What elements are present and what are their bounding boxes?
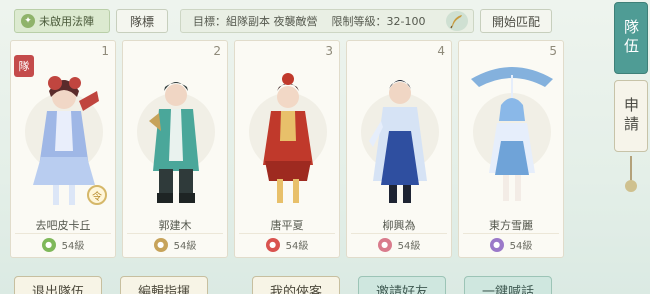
school-badge-icon: ●: [153, 237, 168, 252]
target-label: 目標：組隊副本 夜襲敵營: [193, 15, 318, 28]
team-mark-button[interactable]: 隊標: [116, 9, 168, 33]
member-card-1[interactable]: 1 隊 令 去吧皮卡丘 ● 54級: [10, 40, 116, 258]
member-level: ● 54級: [459, 237, 563, 252]
school-badge-icon: ●: [265, 237, 280, 252]
character-portrait: [465, 61, 559, 211]
my-guests-button[interactable]: 我的俠客: [252, 276, 340, 294]
formation-icon: ✦: [21, 14, 35, 28]
start-match-button[interactable]: 開始匹配: [480, 9, 552, 33]
member-level-text: 54級: [397, 241, 421, 252]
team-member-cards: 1 隊 令 去吧皮卡丘 ● 54級 2 郭建木 ● 54級 3 唐平夏 ● 54…: [8, 40, 566, 258]
school-badge-icon: ●: [377, 237, 392, 252]
card-divider: [351, 233, 447, 234]
member-name: 唐平夏: [270, 219, 304, 232]
level-limit-label: 限制等級：32-100: [331, 15, 426, 28]
member-card-3[interactable]: 3 唐平夏 ● 54級: [234, 40, 340, 258]
card-divider: [463, 233, 559, 234]
member-level: ● 54級: [235, 237, 339, 252]
member-card-5[interactable]: 5 東方雪麗 ● 54級: [458, 40, 564, 258]
member-name: 東方雪麗: [489, 219, 533, 232]
slot-number: 4: [437, 44, 445, 58]
member-level-text: 54級: [509, 241, 533, 252]
tab-team-label: 隊伍: [622, 19, 640, 57]
side-tabs: 隊伍 申請: [608, 0, 650, 294]
member-level: ● 54級: [11, 237, 115, 252]
member-card-2[interactable]: 2 郭建木 ● 54級: [122, 40, 228, 258]
formation-button[interactable]: ✦ 未啟用法陣: [14, 9, 110, 33]
character-portrait: 令: [17, 61, 111, 211]
tab-apply-label: 申請: [622, 97, 640, 135]
team-toolbar: ✦ 未啟用法陣 隊標 目標：組隊副本 夜襲敵營 限制等級：32-100 開始匹配: [0, 0, 608, 42]
character-portrait: [353, 61, 447, 211]
member-level-text: 54級: [173, 241, 197, 252]
tab-team[interactable]: 隊伍: [614, 2, 648, 74]
invite-friends-button[interactable]: 邀請好友: [358, 276, 446, 294]
member-name: 去吧皮卡丘: [35, 219, 91, 232]
slot-number: 2: [213, 44, 221, 58]
slot-number: 5: [549, 44, 557, 58]
tab-apply[interactable]: 申請: [614, 80, 648, 152]
quill-icon[interactable]: [446, 11, 468, 31]
one-click-shout-button[interactable]: 一鍵喊話: [464, 276, 552, 294]
card-divider: [239, 233, 335, 234]
member-name: 柳興為: [382, 219, 416, 232]
member-card-4[interactable]: 4 柳興為 ● 54級: [346, 40, 452, 258]
bottom-action-bar: 退出隊伍 編輯指揮 我的俠客 邀請好友 一鍵喊話: [0, 270, 608, 294]
member-name: 郭建木: [158, 219, 192, 232]
edit-command-button[interactable]: 編輯指揮: [120, 276, 208, 294]
member-level-text: 54級: [61, 241, 85, 252]
command-token-icon: 令: [87, 185, 107, 205]
member-level-text: 54級: [285, 241, 309, 252]
card-divider: [127, 233, 223, 234]
school-badge-icon: ●: [489, 237, 504, 252]
leave-team-button[interactable]: 退出隊伍: [14, 276, 102, 294]
formation-label: 未啟用法陣: [39, 15, 94, 28]
character-portrait: [129, 61, 223, 211]
character-portrait: [241, 61, 335, 211]
school-badge-icon: ●: [41, 237, 56, 252]
member-level: ● 54級: [347, 237, 451, 252]
team-target-box[interactable]: 目標：組隊副本 夜襲敵營 限制等級：32-100: [180, 9, 474, 33]
slot-number: 1: [101, 44, 109, 58]
slot-number: 3: [325, 44, 333, 58]
card-divider: [15, 233, 111, 234]
tassel-bead: [625, 180, 637, 192]
member-level: ● 54級: [123, 237, 227, 252]
